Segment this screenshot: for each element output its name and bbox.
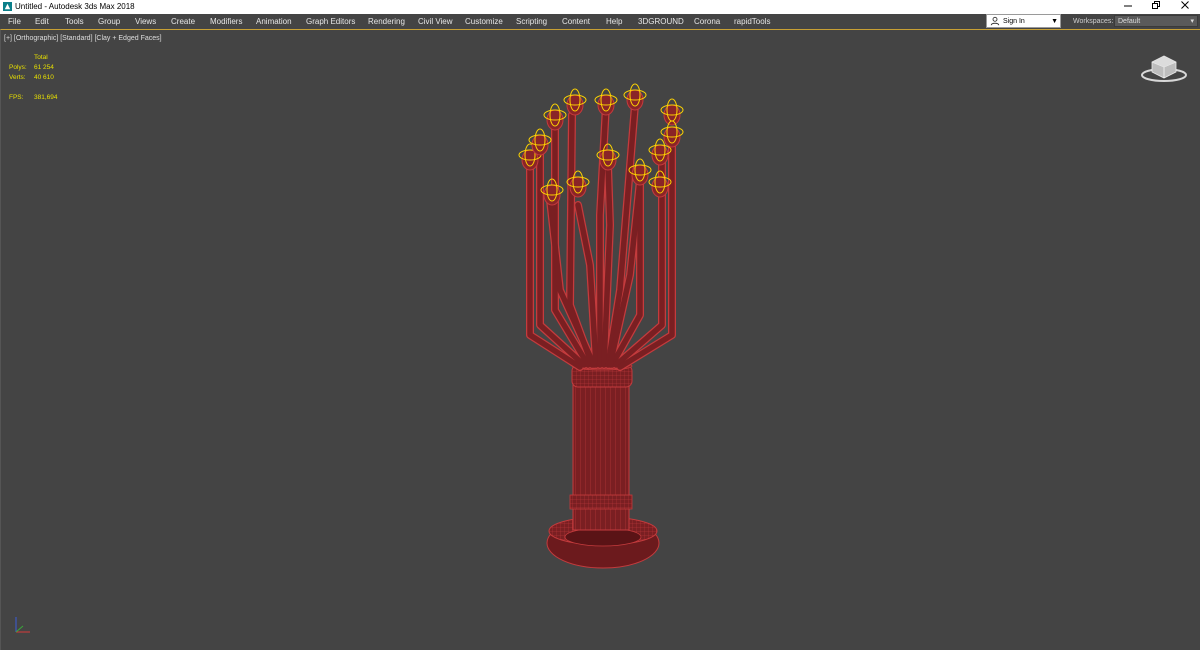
candelabra-model[interactable]	[500, 75, 710, 575]
menu-modifiers[interactable]: Modifiers	[210, 16, 242, 27]
workspaces-select[interactable]: Default ▾	[1114, 15, 1198, 27]
sign-in-dropdown[interactable]: Sign In ▼	[986, 14, 1061, 28]
restore-icon	[1152, 1, 1160, 9]
menu-customize[interactable]: Customize	[465, 16, 503, 27]
polys-value: 61 254	[34, 64, 54, 71]
workspaces-value: Default	[1118, 18, 1141, 25]
workspaces-label: Workspaces:	[1073, 18, 1114, 25]
verts-label: Verts:	[9, 74, 26, 81]
polys-label: Polys:	[9, 64, 27, 71]
minimize-button[interactable]	[1113, 0, 1143, 14]
menu-animation[interactable]: Animation	[256, 16, 292, 27]
menu-group[interactable]: Group	[98, 16, 120, 27]
viewcube-icon[interactable]	[1138, 48, 1190, 84]
menu-rendering[interactable]: Rendering	[368, 16, 405, 27]
menu-3dground[interactable]: 3DGROUND	[638, 16, 684, 27]
close-button[interactable]	[1170, 0, 1200, 14]
window-title: Untitled - Autodesk 3ds Max 2018	[15, 2, 135, 11]
menu-file[interactable]: File	[8, 16, 21, 27]
chevron-down-icon: ▾	[1190, 18, 1194, 25]
menu-help[interactable]: Help	[606, 16, 622, 27]
menu-rapidtools[interactable]: rapidTools	[734, 16, 770, 27]
stats-header: Total	[34, 54, 48, 61]
viewport-label-menu[interactable]: [+] [Orthographic] [Standard] [Clay + Ed…	[4, 34, 162, 43]
menu-create[interactable]: Create	[171, 16, 195, 27]
sign-in-label: Sign In	[1003, 18, 1025, 25]
menu-corona[interactable]: Corona	[694, 16, 720, 27]
menu-civil-view[interactable]: Civil View	[418, 16, 453, 27]
menu-views[interactable]: Views	[135, 16, 156, 27]
minimize-icon	[1124, 5, 1132, 7]
menu-scripting[interactable]: Scripting	[516, 16, 547, 27]
title-bar: Untitled - Autodesk 3ds Max 2018	[0, 0, 1200, 14]
viewport-statistics: Total Polys: 61 254 Verts: 40 610 FPS: 381,…	[9, 53, 89, 103]
fps-value: 381,694	[34, 94, 58, 101]
axis-tripod-icon	[15, 617, 30, 633]
menu-graph-editors[interactable]: Graph Editors	[306, 16, 355, 27]
menu-edit[interactable]: Edit	[35, 16, 49, 27]
close-icon	[1181, 1, 1189, 9]
restore-button[interactable]	[1141, 0, 1171, 14]
chevron-down-icon: ▼	[1051, 18, 1058, 25]
fps-label: FPS:	[9, 94, 24, 101]
verts-value: 40 610	[34, 74, 54, 81]
user-icon	[990, 16, 1000, 26]
menu-content[interactable]: Content	[562, 16, 590, 27]
3dsmax-logo-icon	[3, 2, 12, 11]
menu-tools[interactable]: Tools	[65, 16, 84, 27]
